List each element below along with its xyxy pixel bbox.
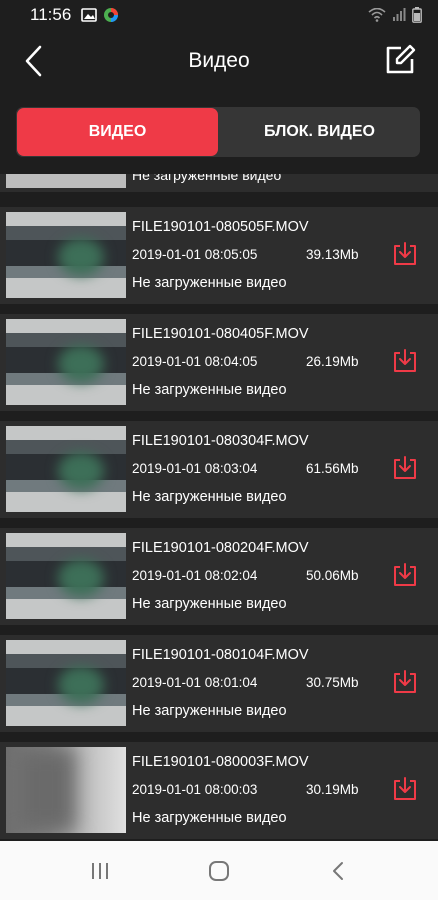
video-size: 30.75Mb (306, 675, 359, 690)
app-notification-icon (104, 8, 119, 22)
video-size: 61.56Mb (306, 461, 359, 476)
back-icon (333, 861, 344, 880)
status-bar: 11:56 (0, 0, 438, 30)
video-list[interactable]: Не загруженные видео FILE190101-080505F.… (0, 174, 438, 841)
download-icon (394, 777, 416, 800)
video-status: Не загруженные видео (132, 174, 282, 183)
list-item[interactable]: FILE190101-080204F.MOV 2019-01-01 08:02:… (0, 528, 438, 625)
video-size: 39.13Mb (306, 247, 359, 262)
video-thumbnail (6, 747, 126, 833)
video-thumbnail (6, 640, 126, 726)
video-status: Не загруженные видео (132, 703, 287, 719)
wifi-icon (368, 8, 386, 22)
download-button[interactable] (392, 241, 418, 267)
download-icon (394, 349, 416, 372)
video-thumbnail (6, 174, 126, 188)
list-item[interactable]: FILE190101-080104F.MOV 2019-01-01 08:01:… (0, 635, 438, 732)
video-thumbnail (6, 319, 126, 405)
video-date: 2019-01-01 08:02:04 (132, 568, 258, 583)
tab-locked-video[interactable]: БЛОК. ВИДЕО (219, 107, 420, 157)
system-nav-bar (0, 841, 438, 900)
app-header: Видео (0, 30, 438, 92)
download-icon (394, 456, 416, 479)
video-size: 30.19Mb (306, 782, 359, 797)
list-item[interactable]: FILE190101-080405F.MOV 2019-01-01 08:04:… (0, 314, 438, 411)
battery-icon (412, 7, 422, 23)
recents-icon (91, 862, 108, 879)
download-icon (394, 242, 416, 265)
back-nav-button[interactable] (323, 856, 353, 886)
download-button[interactable] (392, 562, 418, 588)
video-filename: FILE190101-080405F.MOV (132, 326, 309, 342)
download-button[interactable] (392, 669, 418, 695)
video-status: Не загруженные видео (132, 810, 287, 826)
video-filename: FILE190101-080204F.MOV (132, 540, 309, 556)
list-item[interactable]: Не загруженные видео (0, 174, 438, 192)
video-status: Не загруженные видео (132, 382, 287, 398)
recents-button[interactable] (85, 856, 115, 886)
download-button[interactable] (392, 348, 418, 374)
tab-video[interactable]: ВИДЕО (17, 108, 218, 156)
edit-icon (386, 44, 416, 74)
download-icon (394, 563, 416, 586)
video-filename: FILE190101-080304F.MOV (132, 433, 309, 449)
video-size: 50.06Mb (306, 568, 359, 583)
status-time: 11:56 (30, 5, 72, 24)
video-date: 2019-01-01 08:01:04 (132, 675, 258, 690)
list-item[interactable]: FILE190101-080003F.MOV 2019-01-01 08:00:… (0, 742, 438, 839)
video-thumbnail (6, 212, 126, 298)
video-date: 2019-01-01 08:05:05 (132, 247, 258, 262)
list-item[interactable]: FILE190101-080304F.MOV 2019-01-01 08:03:… (0, 421, 438, 518)
page-title: Видео (188, 49, 250, 72)
video-status: Не загруженные видео (132, 275, 287, 291)
gallery-notification-icon (81, 8, 98, 22)
video-date: 2019-01-01 08:00:03 (132, 782, 258, 797)
video-thumbnail (6, 426, 126, 512)
download-icon (394, 670, 416, 693)
video-status: Не загруженные видео (132, 489, 287, 505)
download-button[interactable] (392, 455, 418, 481)
video-filename: FILE190101-080003F.MOV (132, 754, 309, 770)
home-icon (208, 860, 229, 881)
back-button[interactable] (20, 44, 50, 78)
video-date: 2019-01-01 08:03:04 (132, 461, 258, 476)
video-date: 2019-01-01 08:04:05 (132, 354, 258, 369)
video-status: Не загруженные видео (132, 596, 287, 612)
chevron-left-icon (25, 45, 42, 77)
video-tabs: ВИДЕО БЛОК. ВИДЕО (16, 107, 420, 157)
video-filename: FILE190101-080104F.MOV (132, 647, 309, 663)
video-size: 26.19Mb (306, 354, 359, 369)
list-item[interactable]: FILE190101-080505F.MOV 2019-01-01 08:05:… (0, 207, 438, 304)
home-button[interactable] (204, 856, 234, 886)
video-filename: FILE190101-080505F.MOV (132, 219, 309, 235)
download-button[interactable] (392, 776, 418, 802)
video-thumbnail (6, 533, 126, 619)
edit-button[interactable] (384, 44, 416, 76)
signal-icon (393, 8, 406, 21)
